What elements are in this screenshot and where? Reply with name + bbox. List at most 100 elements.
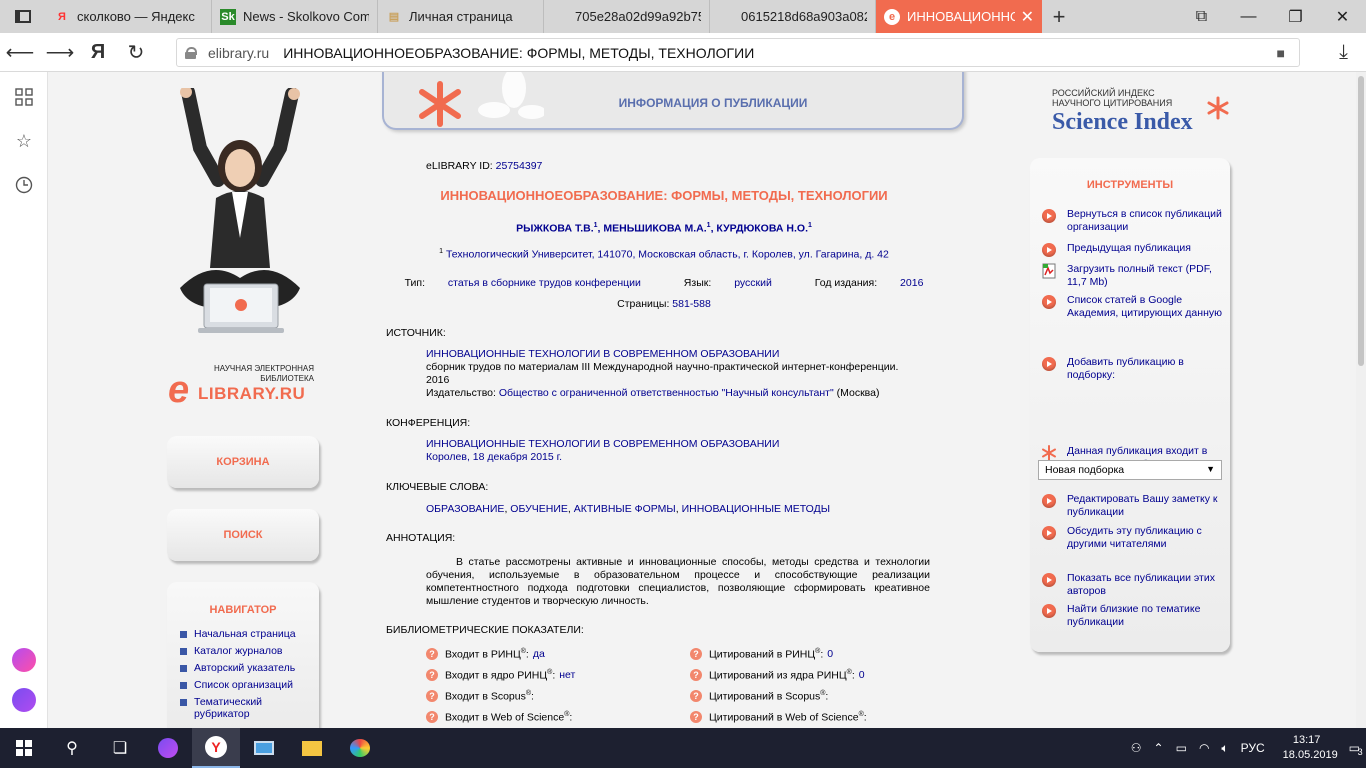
- minimize-button[interactable]: —: [1225, 0, 1272, 33]
- tool-item[interactable]: Редактировать Вашу заметку к публикации: [1041, 493, 1227, 518]
- registered-mark: ®: [564, 711, 570, 718]
- affiliation-link[interactable]: Технологический Университет, 141070, Мос…: [446, 249, 889, 261]
- tool-item[interactable]: Показать все публикации этих авторов: [1041, 572, 1227, 597]
- bibliometric-value[interactable]: да: [533, 648, 545, 660]
- science-index-logo[interactable]: РОССИЙСКИЙ ИНДЕКС НАУЧНОГО ЦИТИРОВАНИЯ S…: [1052, 88, 1232, 138]
- browser-tab[interactable]: ▤ Личная страница: [378, 0, 544, 33]
- language-indicator[interactable]: РУС: [1241, 741, 1265, 755]
- bibliometric-label: Входит в Web of Science®:: [445, 711, 573, 724]
- bibliometric-row: ? Цитирований в Scopus®:: [690, 690, 828, 703]
- close-window-button[interactable]: ✕: [1319, 0, 1366, 33]
- back-button[interactable]: ⟵: [0, 33, 40, 72]
- download-icon[interactable]: ⤓: [1339, 41, 1348, 64]
- yandex-home-button[interactable]: Я: [80, 41, 116, 64]
- browser-tab[interactable]: 0615218d68a903a082: [710, 0, 876, 33]
- tool-item[interactable]: Вернуться в список публикаций организаци…: [1041, 208, 1227, 233]
- collection-select-value: Новая подборка: [1045, 464, 1125, 476]
- author-link[interactable]: КУРДЮКОВА Н.О.: [716, 223, 808, 235]
- keyword-link[interactable]: ОБУЧЕНИЕ: [510, 503, 568, 515]
- year-value[interactable]: 2016: [900, 277, 923, 289]
- author-link[interactable]: РЫЖКОВА Т.В.: [516, 223, 594, 235]
- url-page-title: ИННОВАЦИОННОЕОБРАЗОВАНИЕ: ФОРМЫ, МЕТОДЫ,…: [283, 44, 755, 61]
- close-tab-icon[interactable]: ✕: [1021, 7, 1034, 27]
- navigator-item[interactable]: Авторский указатель: [180, 662, 319, 674]
- computer-taskbar-icon[interactable]: [240, 728, 288, 768]
- elibrary-logo[interactable]: НАУЧНАЯ ЭЛЕКТРОННАЯ БИБЛИОТЕКА e LIBRARY…: [168, 360, 318, 411]
- tool-item[interactable]: Найти близкие по тематике публикации: [1041, 603, 1227, 628]
- bibliometric-label: Входит в ядро РИНЦ®:: [445, 669, 556, 682]
- network-icon[interactable]: ▭: [1176, 741, 1187, 755]
- browser-tab[interactable]: Ясколково — Яндекс: [46, 0, 212, 33]
- type-value[interactable]: статья в сборнике трудов конференции: [448, 277, 641, 289]
- id-value[interactable]: 25754397: [496, 160, 543, 172]
- help-icon[interactable]: ?: [690, 711, 702, 724]
- tab-blank-icon: [718, 9, 734, 25]
- help-icon[interactable]: ?: [690, 690, 702, 703]
- people-icon[interactable]: ⚇: [1131, 741, 1142, 755]
- cart-button[interactable]: КОРЗИНА: [167, 436, 319, 488]
- alice-taskbar-icon[interactable]: [144, 728, 192, 768]
- registered-mark: ®: [547, 669, 553, 676]
- volume-icon[interactable]: 🔈︎: [1221, 741, 1228, 756]
- task-view-icon[interactable]: ❏: [96, 728, 144, 768]
- tool-item[interactable]: Обсудить эту публикацию с другими читате…: [1041, 525, 1227, 550]
- history-clock-icon[interactable]: [13, 174, 35, 196]
- bibliometric-value[interactable]: нет: [559, 669, 575, 681]
- author-link[interactable]: МЕНЬШИКОВА М.А.: [603, 223, 706, 235]
- help-icon[interactable]: ?: [426, 711, 438, 724]
- bibliometric-value[interactable]: 0: [827, 648, 833, 660]
- navigator-item[interactable]: Список организаций: [180, 679, 319, 691]
- browser-tab[interactable]: 705e28a02d99a92b75: [544, 0, 710, 33]
- help-icon[interactable]: ?: [426, 648, 438, 661]
- show-hidden-icons[interactable]: ⌃: [1154, 741, 1164, 755]
- lang-value[interactable]: русский: [734, 277, 772, 289]
- navigator-item[interactable]: Каталог журналов: [180, 645, 319, 657]
- alice-messenger-icon[interactable]: [12, 648, 36, 672]
- notifications-icon[interactable]: ▭ 3: [1349, 741, 1363, 757]
- help-icon[interactable]: ?: [690, 669, 702, 682]
- conference-block[interactable]: ИННОВАЦИОННЫЕ ТЕХНОЛОГИИ В СОВРЕМЕННОМ О…: [426, 438, 926, 464]
- bibliometric-value[interactable]: 0: [859, 669, 865, 681]
- bullet-icon: [180, 631, 187, 638]
- scrollbar-thumb[interactable]: [1358, 76, 1364, 366]
- sidebar-toggle-button[interactable]: [0, 0, 46, 33]
- tab-manager-button[interactable]: ⧉: [1178, 0, 1225, 33]
- star-icon[interactable]: ☆: [13, 130, 35, 152]
- browser-tab[interactable]: e ИННОВАЦИОННОЕ ✕: [876, 0, 1042, 33]
- search-icon[interactable]: ⚲: [48, 728, 96, 768]
- paint-icon[interactable]: [336, 728, 384, 768]
- file-explorer-icon[interactable]: [288, 728, 336, 768]
- wifi-icon[interactable]: ◠: [1199, 741, 1209, 755]
- tool-item[interactable]: Загрузить полный текст (PDF, 11,7 Mb): [1041, 263, 1227, 288]
- help-icon[interactable]: ?: [426, 669, 438, 682]
- tools-title: ИНСТРУМЕНТЫ: [1086, 179, 1174, 191]
- keyword-link[interactable]: АКТИВНЫЕ ФОРМЫ: [574, 503, 676, 515]
- clock[interactable]: 13:17 18.05.2019: [1277, 733, 1338, 763]
- source-title-link[interactable]: ИННОВАЦИОННЫЕ ТЕХНОЛОГИИ В СОВРЕМЕННОМ О…: [426, 348, 926, 361]
- restore-button[interactable]: ❐: [1272, 0, 1319, 33]
- navigator-item[interactable]: Тематический рубрикатор: [180, 696, 319, 720]
- help-icon[interactable]: ?: [426, 690, 438, 703]
- tool-item[interactable]: Добавить публикацию в подборку:: [1041, 356, 1227, 381]
- play-icon: [1041, 242, 1057, 258]
- navigator-item[interactable]: Начальная страница: [180, 628, 319, 640]
- windows-start-button[interactable]: [0, 728, 48, 768]
- forward-button[interactable]: ⟶: [40, 33, 80, 72]
- tool-item[interactable]: Предыдущая публикация: [1041, 242, 1227, 258]
- page-scrollbar[interactable]: [1356, 72, 1366, 728]
- browser-tab[interactable]: Sk News - Skolkovo Com: [212, 0, 378, 33]
- search-button[interactable]: ПОИСК: [167, 509, 319, 561]
- apps-grid-icon[interactable]: [13, 86, 35, 108]
- alice-assistant-icon[interactable]: [12, 688, 36, 712]
- publisher-link[interactable]: Общество с ограниченной ответственностью…: [499, 387, 834, 399]
- url-field[interactable]: elibrary.ru ИННОВАЦИОННОЕОБРАЗОВАНИЕ: ФО…: [176, 38, 1300, 67]
- tool-item[interactable]: Список статей в Google Академия, цитирую…: [1041, 294, 1227, 319]
- new-tab-button[interactable]: +: [1042, 0, 1076, 33]
- keyword-link[interactable]: ИННОВАЦИОННЫЕ МЕТОДЫ: [682, 503, 830, 515]
- keyword-link[interactable]: ОБРАЗОВАНИЕ: [426, 503, 504, 515]
- collection-select[interactable]: Новая подборка ▼: [1038, 460, 1222, 480]
- help-icon[interactable]: ?: [690, 648, 702, 661]
- reload-button[interactable]: ↻: [116, 33, 156, 72]
- bookmark-icon[interactable]: ■: [1277, 45, 1285, 61]
- yandex-browser-taskbar-icon[interactable]: Y: [192, 728, 240, 768]
